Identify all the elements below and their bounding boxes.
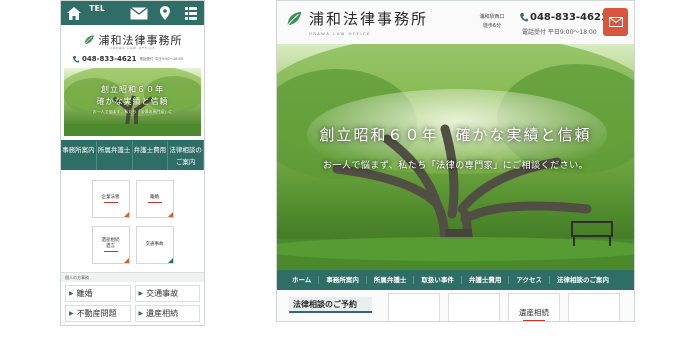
tile-divorce[interactable]: 離婚: [135, 180, 174, 218]
consult-reservation-heading[interactable]: 法律相談のご予約: [289, 297, 372, 313]
service-card[interactable]: [448, 293, 500, 321]
tile-corner-mark: [167, 212, 173, 217]
desktop-logo[interactable]: 浦和法律事務所: [285, 8, 428, 29]
tile-corner-mark: [123, 212, 129, 217]
menu-button[interactable]: [178, 1, 204, 25]
tel-label: TEL: [89, 4, 106, 13]
chevron-right-icon: ▶: [138, 310, 144, 317]
desktop-logo-subtitle: URAWA LAW OFFICE: [309, 31, 372, 36]
mobile-nav-item-consult[interactable]: 法律相談のご案内: [168, 141, 204, 170]
phone-icon: [520, 13, 528, 22]
mail-icon: [130, 6, 148, 19]
map-pin-icon: [160, 6, 170, 20]
desktop-phone[interactable]: 048-833-4621: [520, 12, 608, 23]
service-card[interactable]: [388, 293, 440, 321]
list-item[interactable]: ▶ 交通事故: [134, 285, 200, 302]
tile-label: 企業法務: [101, 195, 120, 200]
tile-traffic-accident[interactable]: 交通事故: [135, 226, 174, 264]
mobile-hero-line1: 創立昭和６０年: [101, 85, 164, 94]
tile-underline: [103, 202, 118, 203]
mobile-nav: 事務所案内 所属弁護士 弁護士費用 法律相談のご案内: [61, 140, 204, 170]
mail-button[interactable]: [126, 1, 152, 25]
nav-item-office[interactable]: 事務所案内: [319, 276, 367, 284]
home-button[interactable]: [61, 1, 87, 25]
list-item-label: 不動産問題: [76, 309, 117, 318]
tile-corporate-law[interactable]: 企業法務: [91, 180, 130, 218]
list-item-label: 遺産相続: [146, 309, 179, 318]
leaf-logo-icon: [287, 11, 302, 26]
tile-label: 遺産相続 遺言: [101, 238, 120, 249]
desktop-content-area: 法律相談のご予約 遺産相続: [277, 290, 634, 321]
desktop-tree-illustration: [277, 44, 634, 270]
nav-item-lawyers[interactable]: 所属弁護士: [367, 276, 415, 284]
desktop-hero-title: 創立昭和６０年 確かな実績と信頼: [319, 126, 592, 144]
nav-item-access[interactable]: アクセス: [509, 276, 550, 284]
home-icon: [67, 6, 81, 20]
mobile-nav-item-office[interactable]: 事務所案内: [61, 141, 97, 170]
nav-item-cases[interactable]: 取扱い事件: [414, 276, 462, 284]
desktop-logo-name: 浦和法律事務所: [309, 10, 429, 28]
list-item-label: 交通事故: [146, 289, 179, 298]
mobile-section-title: 個人の方事務: [61, 272, 204, 282]
desktop-hours: 電話受付 平日9:00～18:00: [522, 29, 597, 36]
leaf-logo-icon: [84, 35, 94, 45]
service-card-label: 遺産相続: [519, 308, 549, 317]
screenshot-stage: TEL 浦和法律事務所 URAWA LAW OFFICE 048-833-462…: [0, 0, 675, 340]
desktop-header: 浦和法律事務所 URAWA LAW OFFICE 浦和駅西口 徒歩6分 048-…: [277, 1, 634, 44]
mobile-site-preview: TEL 浦和法律事務所 URAWA LAW OFFICE 048-833-462…: [60, 0, 205, 326]
desktop-site-preview: 浦和法律事務所 URAWA LAW OFFICE 浦和駅西口 徒歩6分 048-…: [276, 0, 635, 322]
desktop-hero-subtitle: お一人で悩まず、私たち「法律の専門家」にご相談ください。: [322, 161, 589, 171]
mobile-hero-line3: お一人で悩まず、私たち「法律の専門家」に: [92, 109, 173, 114]
mobile-nav-item-lawyers[interactable]: 所属弁護士: [97, 141, 133, 170]
chevron-right-icon: ▶: [69, 310, 74, 317]
mail-button[interactable]: [603, 8, 628, 36]
mail-icon: [608, 17, 623, 27]
chevron-right-icon: ▶: [69, 290, 74, 297]
card-underline: [523, 320, 545, 321]
list-item[interactable]: ▶ 遺産相続: [134, 305, 200, 322]
service-card-inheritance[interactable]: 遺産相続: [508, 293, 560, 321]
menu-icon: [185, 6, 197, 20]
mobile-topbar: TEL: [61, 1, 204, 25]
tile-corner-mark: [123, 258, 129, 263]
tile-label: 離婚: [150, 195, 159, 200]
tile-inheritance[interactable]: 遺産相続 遺言: [91, 226, 130, 264]
tile-underline: [103, 251, 118, 252]
desktop-hero-image: 創立昭和６０年 確かな実績と信頼 お一人で悩まず、私たち「法律の専門家」にご相談…: [277, 44, 634, 270]
mobile-hours: 電話受付 平日9:00～18:00: [139, 56, 184, 61]
tile-underline: [147, 202, 162, 203]
list-item[interactable]: ▶ 離婚: [65, 285, 131, 302]
service-card[interactable]: [568, 293, 620, 321]
chevron-right-icon: ▶: [138, 290, 144, 297]
mobile-service-tiles: 企業法務 離婚 遺産相続 遺言 交通事故: [61, 170, 204, 272]
nav-item-consult[interactable]: 法律相談のご案内: [550, 276, 616, 284]
mobile-phone-number[interactable]: 048-833-4621: [82, 55, 137, 63]
nav-item-home[interactable]: ホーム: [285, 276, 320, 284]
tile-label: 交通事故: [145, 242, 164, 247]
list-item-label: 離婚: [76, 289, 93, 298]
mobile-hero-line2: 確かな実績と信頼: [96, 97, 169, 106]
mobile-hero-image: 創立昭和６０年 確かな実績と信頼 お一人で悩まず、私たち「法律の専門家」に: [64, 68, 201, 136]
mobile-case-list: ▶ 離婚 ▶ 交通事故 ▶ 不動産問題 ▶ 遺産相続: [61, 282, 204, 325]
map-button[interactable]: [152, 1, 178, 25]
tile-corner-mark: [167, 258, 173, 263]
list-item[interactable]: ▶ 不動産問題: [65, 305, 131, 322]
desktop-phone-number: 048-833-4621: [530, 12, 608, 23]
mobile-nav-item-fees[interactable]: 弁護士費用: [133, 141, 169, 170]
nav-item-fees[interactable]: 弁護士費用: [462, 276, 510, 284]
desktop-access-note: 浦和駅西口 徒歩6分: [479, 14, 505, 29]
mobile-contact: 048-833-4621 電話受付 平日9:00～18:00: [61, 50, 204, 66]
phone-icon: [73, 55, 79, 63]
tel-button[interactable]: TEL: [87, 1, 126, 25]
desktop-nav: ホーム 事務所案内 所属弁護士 取扱い事件 弁護士費用 アクセス 法律相談のご案…: [277, 270, 634, 290]
